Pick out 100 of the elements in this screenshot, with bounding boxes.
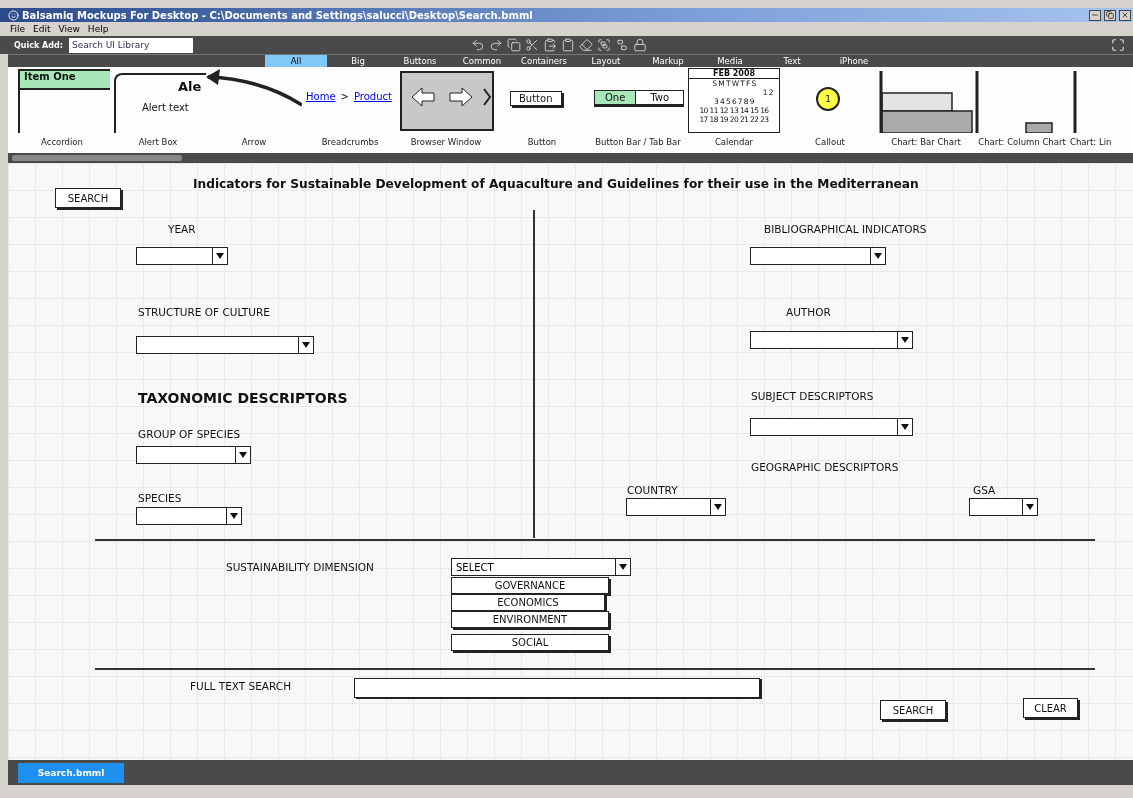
breadcrumb-link[interactable]: Home (306, 91, 336, 102)
breadcrumb-separator: > (340, 91, 349, 102)
category-tab[interactable]: Text (761, 55, 823, 67)
caret-icon (901, 337, 909, 343)
quick-add-label: Quick Add: (14, 40, 63, 50)
field-label: YEAR (168, 223, 196, 235)
dropdown[interactable] (750, 331, 913, 349)
category-tab[interactable]: All (265, 55, 327, 67)
category-tab[interactable]: Media (699, 55, 761, 67)
category-tab[interactable]: Big (327, 55, 389, 67)
field-label: STRUCTURE OF CULTURE (138, 306, 270, 318)
caret-icon (874, 253, 882, 259)
dropdown[interactable] (136, 446, 251, 464)
minimize-icon (1091, 11, 1099, 19)
menu-item[interactable]: View (58, 24, 80, 34)
breadcrumb-link[interactable]: Product (353, 91, 392, 102)
calendar-month: FEB 2008 (689, 69, 779, 79)
callout-badge: 1 (816, 87, 840, 111)
sample-button[interactable]: Button (510, 91, 562, 106)
mockup-button[interactable]: CLEAR (1023, 698, 1078, 718)
lock-icon[interactable] (632, 38, 647, 52)
dropdown[interactable] (969, 498, 1038, 516)
component-label[interactable]: Browser Window (410, 137, 482, 147)
dropdown[interactable] (136, 247, 228, 265)
category-tab[interactable]: Containers (513, 55, 575, 67)
dropdown[interactable] (136, 336, 314, 354)
mockup-button[interactable]: SEARCH (55, 188, 121, 208)
button-bar-tab[interactable]: One (595, 91, 637, 104)
clipboard-icon[interactable] (560, 38, 575, 52)
component-label[interactable]: Accordion (41, 137, 83, 147)
field-label: GSA (973, 484, 996, 496)
dropdown-value: SELECT (455, 561, 495, 573)
window-title: Balsamiq Mockups For Desktop - C:\Documents and Settings\salucci\Desktop\Search.bmml (22, 9, 534, 21)
alert-title: Ale (178, 79, 202, 94)
field-label: SUSTAINABILITY DIMENSION (226, 561, 374, 573)
component-label[interactable]: Breadcrumbs (321, 137, 379, 147)
group-icon[interactable] (596, 38, 611, 52)
accordion-header: Item One (20, 71, 110, 90)
dropdown[interactable]: SELECT (451, 558, 631, 576)
section-heading: TAXONOMIC DESCRIPTORS (138, 390, 348, 406)
option-button[interactable]: ECONOMICS (451, 594, 605, 611)
caret-icon (714, 504, 722, 510)
curved-arrow-icon (206, 69, 302, 109)
caret-icon (302, 342, 310, 348)
dropdown[interactable] (750, 247, 886, 265)
caret-icon (901, 424, 909, 430)
alert-text: Alert text (142, 102, 189, 113)
redo-icon[interactable] (488, 38, 503, 52)
field-label: SUBJECT DESCRIPTORS (751, 390, 874, 402)
close-button[interactable] (1119, 9, 1131, 21)
component-label[interactable]: Chart: Bar Chart (891, 137, 961, 147)
component-label[interactable]: Chart: Column Chart (978, 137, 1066, 147)
copy-icon[interactable] (506, 38, 521, 52)
field-label: SPECIES (138, 492, 182, 504)
menu-item[interactable]: Help (87, 24, 109, 34)
fullscreen-icon[interactable] (1111, 38, 1125, 52)
search-field[interactable]: Search UI Library (68, 37, 193, 53)
minimize-button[interactable] (1089, 9, 1101, 21)
menu-item[interactable]: Edit (33, 24, 51, 34)
scrollbar[interactable] (8, 153, 1133, 163)
menu-item[interactable]: File (10, 24, 26, 34)
dropdown[interactable] (750, 418, 913, 436)
category-tab[interactable]: Markup (637, 55, 699, 67)
component-label[interactable]: Chart: Lin (1070, 137, 1112, 147)
dropdown[interactable] (626, 498, 726, 516)
caret-icon (619, 564, 627, 570)
mockup-button[interactable]: SEARCH (880, 700, 946, 720)
field-label: GROUP OF SPECIES (138, 428, 241, 440)
component-label[interactable]: Button (527, 137, 557, 147)
restore-icon (1106, 11, 1114, 19)
field-label: COUNTRY (627, 484, 678, 496)
mockup-title: Indicators for Sustainable Development of Aquaculture and Guidelines for their use in the Mediterranean (193, 177, 919, 191)
search-field[interactable] (354, 678, 760, 698)
category-tab[interactable]: iPhone (823, 55, 885, 67)
caret-icon (216, 253, 224, 259)
component-label[interactable]: Alert Box (138, 137, 178, 147)
component-label[interactable]: Button Bar / Tab Bar (595, 137, 681, 147)
option-button[interactable]: SOCIAL (451, 634, 609, 651)
scissors-icon[interactable] (524, 38, 539, 52)
field-label: AUTHOR (786, 306, 831, 318)
dropdown[interactable] (136, 507, 242, 525)
bar-chart-icon (878, 71, 974, 133)
category-tab[interactable]: Buttons (389, 55, 451, 67)
category-tab[interactable]: Layout (575, 55, 637, 67)
undo-icon[interactable] (470, 38, 485, 52)
app-icon (8, 9, 19, 21)
caret-icon (239, 452, 247, 458)
category-tab[interactable]: Common (451, 55, 513, 67)
field-label: FULL TEXT SEARCH (190, 680, 292, 692)
ungroup-icon[interactable] (614, 38, 629, 52)
eraser-icon[interactable] (578, 38, 593, 52)
paste-icon[interactable] (542, 38, 557, 52)
option-button[interactable]: GOVERNANCE (451, 577, 609, 594)
component-label[interactable]: Calendar (714, 137, 754, 147)
scrollbar-thumb[interactable] (12, 155, 182, 161)
restore-button[interactable] (1104, 9, 1116, 21)
field-label: BIBLIOGRAPHICAL INDICATORS (764, 223, 927, 235)
component-label[interactable]: Arrow (241, 137, 267, 147)
option-button[interactable]: ENVIRONMENT (451, 611, 609, 628)
component-label[interactable]: Callout (815, 137, 845, 147)
